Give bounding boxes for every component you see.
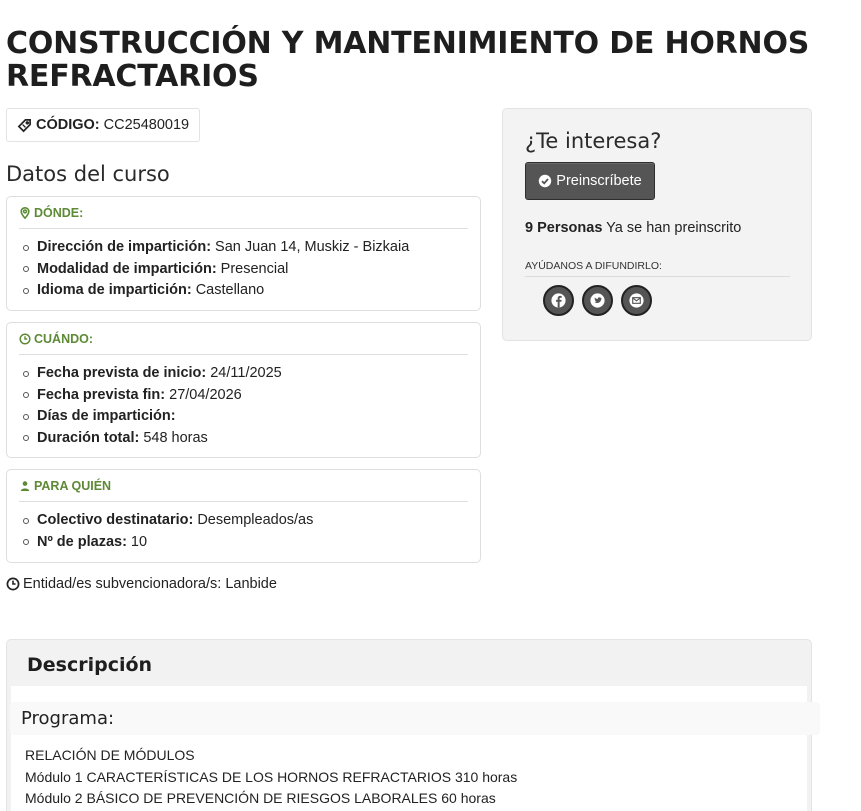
clock-icon xyxy=(6,577,20,591)
who-card-header: PARA QUIÉN xyxy=(19,470,468,502)
preinscription-count-text: Ya se han preinscrito xyxy=(606,220,742,236)
list-item: Duración total: 548 horas xyxy=(23,428,468,450)
where-list: Dirección de impartición: San Juan 14, Mu… xyxy=(19,229,468,302)
where-card-header: DÓNDE: xyxy=(19,197,468,229)
item-label: Idioma de impartición: xyxy=(37,282,192,298)
preinscription-count-number: 9 Personas xyxy=(525,220,603,236)
when-list: Fecha prevista de inicio: 24/11/2025 Fech… xyxy=(19,355,468,449)
item-label: Dirección de impartición: xyxy=(37,239,212,255)
preinscription-count: 9 Personas Ya se han preinscrito xyxy=(525,220,741,236)
course-code-label: CÓDIGO: xyxy=(36,117,100,133)
item-label: Nº de plazas: xyxy=(37,533,127,550)
course-title: CONSTRUCCIÓN Y MANTENIMIENTO DE HORNOS R… xyxy=(6,26,810,94)
preinscription-button-label: Preinscríbete xyxy=(556,173,642,189)
item-label: Días de impartición: xyxy=(37,408,176,424)
list-item: Nº de plazas: 10 xyxy=(23,532,468,554)
ticket-icon xyxy=(17,118,31,132)
check-circle-icon xyxy=(539,174,552,188)
list-item: Modalidad de impartición: Presencial xyxy=(23,259,468,281)
program-line: Módulo 1 CARACTERÍSTICAS DE LOS HORNOS R… xyxy=(25,768,518,785)
item-value: Desempleados/as xyxy=(197,512,314,528)
who-heading: PARA QUIÉN xyxy=(34,478,112,493)
subsidizing-entity-text: Entidad/es subvencionadora/s: Lanbide xyxy=(23,576,277,592)
clock-icon xyxy=(19,332,31,345)
list-item: Días de impartición: xyxy=(23,406,468,428)
facebook-icon xyxy=(551,293,566,308)
who-card: PARA QUIÉN Colectivo destinatario: Desemp… xyxy=(6,469,481,563)
interest-question: ¿Te interesa? xyxy=(525,129,662,153)
list-item: Idioma de impartición: Castellano xyxy=(23,280,468,302)
user-icon xyxy=(20,480,30,491)
preinscription-panel: ¿Te interesa? Preinscríbete 9 Personas Y… xyxy=(502,108,812,341)
share-facebook-button[interactable] xyxy=(543,285,574,316)
program-content: RELACIÓN DE MÓDULOS Módulo 1 CARACTERÍST… xyxy=(25,745,517,810)
item-value: 24/11/2025 xyxy=(210,365,282,381)
item-value: San Juan 14, Muskiz - Bizkaia xyxy=(215,239,410,255)
list-item: Dirección de impartición: San Juan 14, Mu… xyxy=(23,237,468,259)
list-item: Colectivo destinatario: Desempleados/as xyxy=(23,510,468,532)
course-code-value: CC25480019 xyxy=(103,117,190,133)
description-heading: Descripción xyxy=(27,654,153,676)
share-email-button[interactable] xyxy=(621,285,652,316)
item-value: Presencial xyxy=(220,260,289,277)
program-line: Módulo 2 BÁSICO DE PREVENCIÓN DE RIESGOS… xyxy=(25,790,496,806)
share-twitter-button[interactable] xyxy=(582,285,613,316)
item-value: Castellano xyxy=(195,282,265,298)
share-buttons xyxy=(543,285,652,316)
item-value: 548 horas xyxy=(143,429,208,446)
program-line: RELACIÓN DE MÓDULOS xyxy=(25,747,195,763)
subsidizing-entity: Entidad/es subvencionadora/s: Lanbide xyxy=(6,576,277,592)
item-label: Fecha prevista de inicio: xyxy=(37,365,207,381)
map-marker-icon xyxy=(20,206,30,219)
course-details-heading: Datos del curso xyxy=(6,162,170,186)
when-heading: CUÁNDO: xyxy=(34,331,94,346)
when-card: CUÁNDO: Fecha prevista de inicio: 24/11/2… xyxy=(6,322,481,458)
item-value: 27/04/2026 xyxy=(169,386,242,403)
item-label: Fecha prevista fin: xyxy=(37,386,166,403)
item-label: Colectivo destinatario: xyxy=(37,512,194,528)
email-icon xyxy=(629,293,644,308)
where-card: DÓNDE: Dirección de impartición: San Juan… xyxy=(6,196,481,311)
list-item: Fecha prevista fin: 27/04/2026 xyxy=(23,385,468,407)
where-heading: DÓNDE: xyxy=(34,205,84,220)
share-heading: AYÚDANOS A DIFUNDIRLO: xyxy=(525,260,790,277)
list-item: Fecha prevista de inicio: 24/11/2025 xyxy=(23,363,468,385)
item-value: 10 xyxy=(130,533,148,550)
item-label: Duración total: xyxy=(37,429,140,446)
who-list: Colectivo destinatario: Desempleados/as N… xyxy=(19,502,468,553)
preinscription-button[interactable]: Preinscríbete xyxy=(525,162,655,200)
when-card-header: CUÁNDO: xyxy=(19,323,468,355)
item-label: Modalidad de impartición: xyxy=(37,260,217,277)
course-code-badge: CÓDIGO: CC25480019 xyxy=(6,108,201,142)
twitter-icon xyxy=(590,293,605,308)
program-label: Programa: xyxy=(10,702,820,735)
